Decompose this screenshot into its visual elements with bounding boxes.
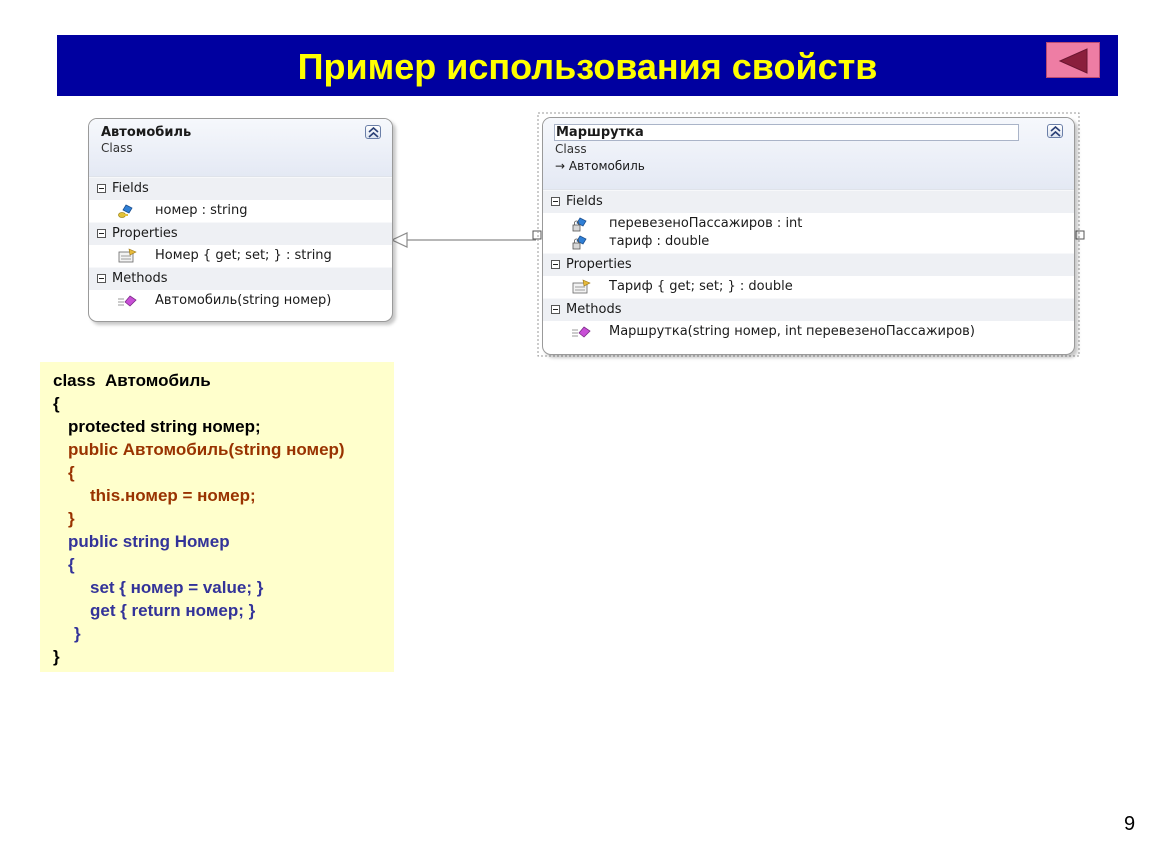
base-class-link[interactable]: → Автомобиль — [555, 159, 1062, 173]
section-fields[interactable]: Fields — [543, 190, 1074, 213]
section-fields[interactable]: Fields — [89, 177, 392, 200]
code-listing: class Автомобиль { protected string номе… — [40, 362, 394, 672]
class-stereotype: Class — [101, 141, 133, 155]
collapse-minus-icon[interactable] — [97, 184, 106, 193]
code-line: public string Номер — [68, 532, 230, 551]
code-line: } — [68, 509, 75, 528]
property-text: Тариф { get; set; } : double — [609, 279, 793, 294]
field-item[interactable]: тариф : double — [543, 233, 1074, 253]
collapse-minus-icon[interactable] — [97, 274, 106, 283]
private-field-icon — [572, 217, 587, 232]
collapse-minus-icon[interactable] — [551, 260, 560, 269]
class-name: Маршрутка — [554, 124, 1019, 141]
class-avtomobil[interactable]: Автомобиль Class Fields номер : string P… — [88, 118, 393, 322]
method-text: Автомобиль(string номер) — [155, 293, 332, 308]
method-text: Маршрутка(string номер, int перевезеноПа… — [609, 324, 975, 339]
code-line: class Автомобиль — [53, 371, 211, 390]
class-header: Автомобиль Class — [89, 119, 392, 177]
collapse-minus-icon[interactable] — [97, 229, 106, 238]
code-line: get { return номер; } — [90, 601, 256, 620]
section-properties[interactable]: Properties — [89, 222, 392, 245]
code-line: } — [74, 624, 81, 643]
protected-field-icon — [118, 204, 133, 218]
selection-handle-right — [1075, 230, 1085, 240]
collapse-minus-icon[interactable] — [551, 197, 560, 206]
collapse-minus-icon[interactable] — [551, 305, 560, 314]
class-header: Маршрутка Class → Автомобиль — [543, 118, 1074, 190]
inheritance-arrowhead — [390, 232, 408, 248]
code-line: { — [68, 555, 75, 574]
page-number: 9 — [1124, 813, 1136, 835]
section-methods[interactable]: Methods — [543, 298, 1074, 321]
field-text: перевезеноПассажиров : int — [609, 216, 803, 231]
code-line: } — [53, 647, 60, 666]
field-text: номер : string — [155, 203, 248, 218]
collapse-button[interactable] — [1047, 124, 1063, 138]
class-stereotype: Class — [555, 142, 587, 156]
code-line: public Автомобиль(string номер) — [68, 440, 345, 459]
double-chevron-up-icon — [368, 127, 379, 138]
method-item[interactable]: Маршрутка(string номер, int перевезеноПа… — [543, 321, 1074, 343]
property-icon — [572, 279, 591, 294]
field-item[interactable]: номер : string — [89, 200, 392, 222]
class-name: Автомобиль — [101, 125, 192, 140]
property-item[interactable]: Номер { get; set; } : string — [89, 245, 392, 267]
code-line: protected string номер; — [68, 417, 261, 436]
code-line: this.номер = номер; — [90, 486, 256, 505]
field-item[interactable]: перевезеноПассажиров : int — [543, 213, 1074, 235]
section-properties[interactable]: Properties — [543, 253, 1074, 276]
method-item[interactable]: Автомобиль(string номер) — [89, 290, 392, 312]
collapse-button[interactable] — [365, 125, 381, 139]
field-text: тариф : double — [609, 234, 710, 249]
property-text: Номер { get; set; } : string — [155, 248, 332, 263]
class-marshrutka[interactable]: Маршрутка Class → Автомобиль Fields пере… — [542, 117, 1075, 355]
code-line: set { номер = value; } — [90, 578, 264, 597]
property-item[interactable]: Тариф { get; set; } : double — [543, 276, 1074, 298]
code-line: { — [68, 463, 75, 482]
selection-handle-left — [532, 230, 542, 240]
property-icon — [118, 248, 137, 263]
private-field-icon — [572, 235, 587, 250]
method-icon — [572, 326, 591, 338]
double-chevron-up-icon — [1050, 126, 1061, 137]
method-icon — [118, 295, 137, 307]
section-methods[interactable]: Methods — [89, 267, 392, 290]
code-line: { — [53, 394, 60, 413]
